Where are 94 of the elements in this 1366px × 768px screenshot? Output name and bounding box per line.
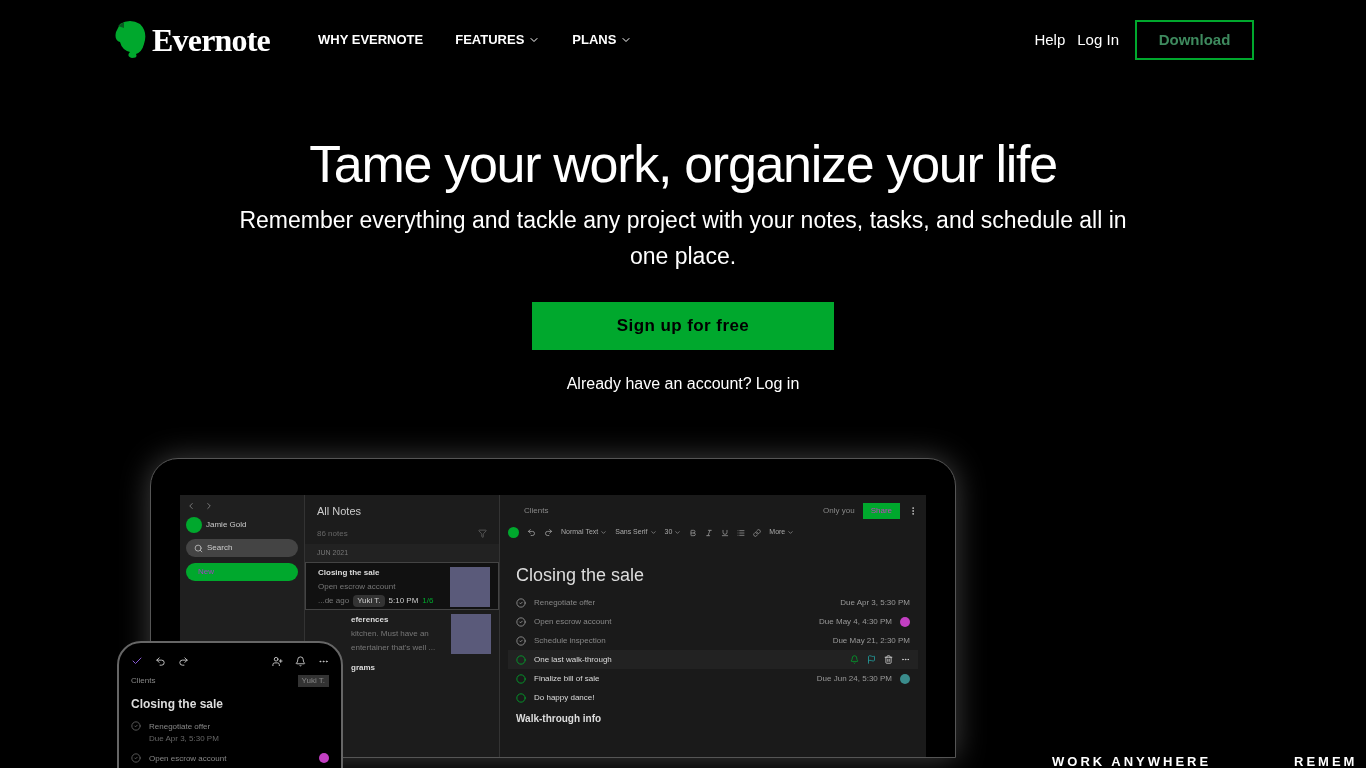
checked-circle-icon[interactable] [131, 753, 141, 763]
share-icon[interactable] [272, 655, 283, 667]
back-icon[interactable] [186, 501, 196, 511]
circle-icon[interactable] [516, 654, 526, 665]
nav-link[interactable]: WHY EVERNOTE [318, 30, 424, 50]
task-row[interactable]: Finalize bill of sale Due Jun 24, 5:30 PM [508, 669, 918, 688]
task-text: Schedule inspection [534, 634, 606, 647]
note-card[interactable]: eferences kitchen. Must have an entertainer that's well ... [347, 610, 499, 658]
chevron-down-icon [649, 529, 657, 536]
photo-placeholder [450, 567, 490, 607]
note-count: 86 notes [317, 527, 348, 540]
avatar [186, 517, 202, 533]
clients-breadcrumb[interactable]: Clients [524, 505, 549, 517]
search-icon [194, 543, 203, 553]
task-row[interactable]: One last walk-through [508, 650, 918, 669]
chevron-down-icon [674, 529, 682, 536]
note-snippet: kitchen. Must have an [351, 628, 430, 640]
hero-subtitle: Remember everything and tackle any project with your notes, tasks, and schedule all in one place. [238, 206, 1128, 271]
visibility-label: Only you [823, 505, 855, 517]
task-text: Finalize bill of sale [534, 672, 600, 685]
task-row[interactable]: Renegotiate offer Due Apr 3, 5:30 PM [131, 721, 329, 745]
note-title: Closing the sale [516, 564, 646, 587]
undo-icon[interactable] [527, 528, 536, 537]
note-time: ...de ago [318, 595, 350, 607]
due-date: Due May 21, 2:30 PM [832, 634, 910, 647]
due-date: Due May 4, 4:30 PM [819, 615, 892, 628]
nav-link[interactable]: FEATURES [455, 30, 541, 50]
note-title: eferences [351, 614, 390, 626]
logo-wordmark[interactable]: Evernote [152, 16, 270, 64]
underline-icon[interactable] [721, 528, 730, 537]
bell-icon[interactable] [850, 655, 859, 664]
task-row[interactable]: Open escrow account [131, 753, 329, 765]
italic-icon[interactable] [705, 528, 714, 537]
signup-button[interactable]: Sign up for free [532, 302, 834, 350]
login-link[interactable]: Log In [1077, 28, 1119, 52]
task-text: Renegotiate offer [149, 721, 212, 733]
tag: Yuki T. [297, 675, 329, 687]
task-text: Do happy dance! [534, 691, 595, 704]
section-label: REMEM [1294, 753, 1358, 768]
download-button[interactable]: Download [1135, 20, 1254, 60]
user-name[interactable]: Jamie Gold [206, 519, 247, 531]
note-card[interactable]: Closing the sale Open escrow account ...de ago Yuki T. 5:10 PM 1/6 [305, 562, 499, 610]
nav-link[interactable]: PLANS [572, 30, 633, 50]
circle-icon[interactable] [516, 692, 526, 703]
task-row[interactable]: Do happy dance! [508, 688, 918, 707]
task-progress: 1/6 [422, 595, 434, 607]
task-text: Open escrow account [149, 753, 228, 765]
bell-icon[interactable] [295, 655, 306, 667]
task-text: Renegotiate offer [534, 596, 596, 609]
clients-breadcrumb[interactable]: Clients [131, 675, 156, 687]
filter-icon[interactable] [478, 529, 487, 538]
trash-icon[interactable] [884, 655, 893, 664]
redo-icon[interactable] [178, 655, 189, 667]
task-row[interactable]: Open escrow account Due May 4, 4:30 PM [508, 612, 918, 631]
section-heading: Walk-through info [516, 712, 603, 726]
search-field[interactable]: Search [186, 539, 298, 557]
checked-circle-icon[interactable] [516, 616, 526, 627]
link-icon[interactable] [753, 528, 762, 537]
checked-circle-icon[interactable] [516, 635, 526, 646]
due-date: Due Jun 24, 5:30 PM [816, 672, 892, 685]
task-row[interactable]: Schedule inspection Due May 21, 2:30 PM [508, 631, 918, 650]
checked-circle-icon[interactable] [131, 721, 141, 731]
bold-icon[interactable] [689, 528, 698, 537]
redo-icon[interactable] [544, 528, 553, 537]
task-row[interactable]: Renegotiate offer Due Apr 3, 5:30 PM [508, 593, 918, 612]
undo-icon[interactable] [155, 655, 166, 667]
check-icon[interactable] [131, 655, 143, 667]
note-title: Closing the sale [318, 567, 381, 579]
section-label: WORK ANYWHERE [1052, 753, 1212, 768]
checked-circle-icon[interactable] [516, 597, 526, 608]
note-title: grams [351, 662, 376, 674]
task-text: One last walk-through [534, 653, 612, 666]
note-snippet: Open escrow account [318, 581, 397, 593]
account-prompt: Already have an account? [566, 374, 752, 394]
help-link[interactable]: Help [1034, 28, 1066, 52]
tag: Yuki T. [353, 595, 385, 607]
due-date: Due Apr 3, 5:30 PM [149, 733, 220, 745]
chevron-down-icon [787, 529, 795, 536]
task-text: Open escrow account [534, 615, 612, 628]
circle-icon[interactable] [516, 673, 526, 684]
note-card[interactable]: grams [347, 658, 499, 706]
chevron-down-icon [600, 529, 608, 536]
forward-icon[interactable] [204, 501, 214, 511]
note-time: entertainer that's well ... [351, 642, 437, 654]
list-icon[interactable] [737, 528, 746, 537]
photo-placeholder [451, 614, 491, 654]
hero-title: Tame your work, organize your life [309, 134, 1057, 195]
flag-icon[interactable] [867, 655, 876, 664]
due-date: Due Apr 3, 5:30 PM [840, 596, 910, 609]
more-icon[interactable] [901, 655, 910, 664]
note-meta: 5:10 PM [388, 595, 419, 607]
note-title: Closing the sale [131, 696, 225, 713]
list-title: All Notes [317, 505, 362, 517]
login-link[interactable]: Log in [755, 372, 800, 396]
